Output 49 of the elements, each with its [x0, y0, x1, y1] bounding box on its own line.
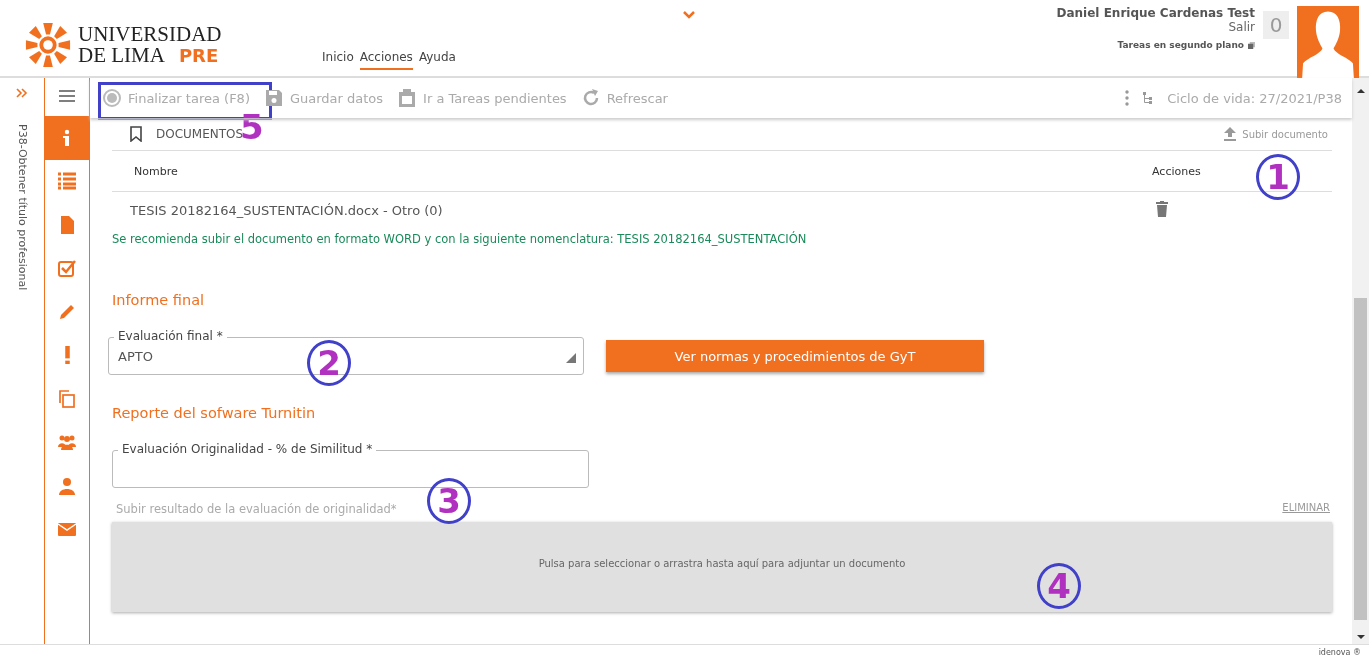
exclamation-icon [63, 346, 71, 365]
document-name: TESIS 20182164_SUSTENTACIÓN.docx - Otro (0) [130, 202, 444, 218]
radio-icon [102, 88, 122, 108]
upload-icon [1224, 127, 1237, 141]
logo-text: DE LIMA [78, 45, 165, 66]
menu-icon[interactable] [59, 90, 75, 102]
annotation-number: 1 [1256, 154, 1300, 200]
avatar[interactable] [1297, 6, 1359, 78]
more-options-icon[interactable] [1125, 90, 1130, 106]
clipboard-icon [397, 88, 418, 108]
save-icon [263, 88, 284, 108]
checkbox-icon [57, 258, 77, 279]
count-badge: 0 [1263, 11, 1289, 39]
windows-icon [1248, 41, 1255, 49]
column-header: Acciones [1152, 164, 1201, 178]
annotation-number: 3 [427, 478, 471, 524]
background-tasks-link[interactable]: Tareas en segundo plano [1117, 40, 1244, 50]
nav-tab[interactable]: Ayuda [418, 50, 456, 70]
scroll-up-icon[interactable] [1356, 88, 1365, 94]
user-name: Daniel Enrique Cardenas Test [1056, 6, 1255, 20]
chevron-down-icon[interactable] [682, 10, 696, 20]
recommendation-note: Se recomienda subir el documento en formato WORD y con la siguiente nomenclatura: TESIS 20182164_SUSTENTACIÓN [112, 232, 808, 246]
upload-label: Subir resultado de la evaluación de originalidad* [116, 502, 397, 516]
copy-icon [57, 388, 77, 409]
lifecycle-text: Ciclo de vida: 27/2021/P38 [1167, 90, 1342, 106]
scrollbar-thumb[interactable] [1354, 298, 1367, 620]
delete-icon[interactable] [1156, 200, 1168, 217]
list-icon [57, 171, 77, 192]
section-title: DOCUMENTOS [156, 127, 244, 141]
logo-text: PRE [178, 45, 219, 66]
bookmark-icon [130, 126, 142, 142]
nav-tab[interactable]: Inicio [322, 50, 354, 70]
expand-icon[interactable] [16, 88, 28, 98]
nav-tab[interactable]: Acciones [359, 50, 413, 70]
process-tab[interactable]: P38-Obtener título profesional [15, 124, 29, 291]
column-header: Nombre [134, 164, 179, 178]
user-icon [57, 475, 77, 496]
annotation-number: 4 [1037, 563, 1081, 609]
logo-star-icon [24, 21, 72, 69]
section-title: Informe final [112, 292, 206, 308]
logout-link[interactable]: Salir [1228, 20, 1255, 34]
hierarchy-icon [1143, 92, 1154, 104]
logo-text: UNIVERSIDAD [78, 24, 222, 45]
dropdown-arrow-icon [566, 353, 576, 363]
footer-brand: idenova ® [1318, 647, 1361, 657]
scroll-down-icon[interactable] [1356, 634, 1365, 640]
sidebar-item[interactable] [45, 116, 89, 160]
annotation-number: 2 [307, 340, 351, 386]
section-title: Reporte del sofware Turnitin [112, 405, 317, 421]
